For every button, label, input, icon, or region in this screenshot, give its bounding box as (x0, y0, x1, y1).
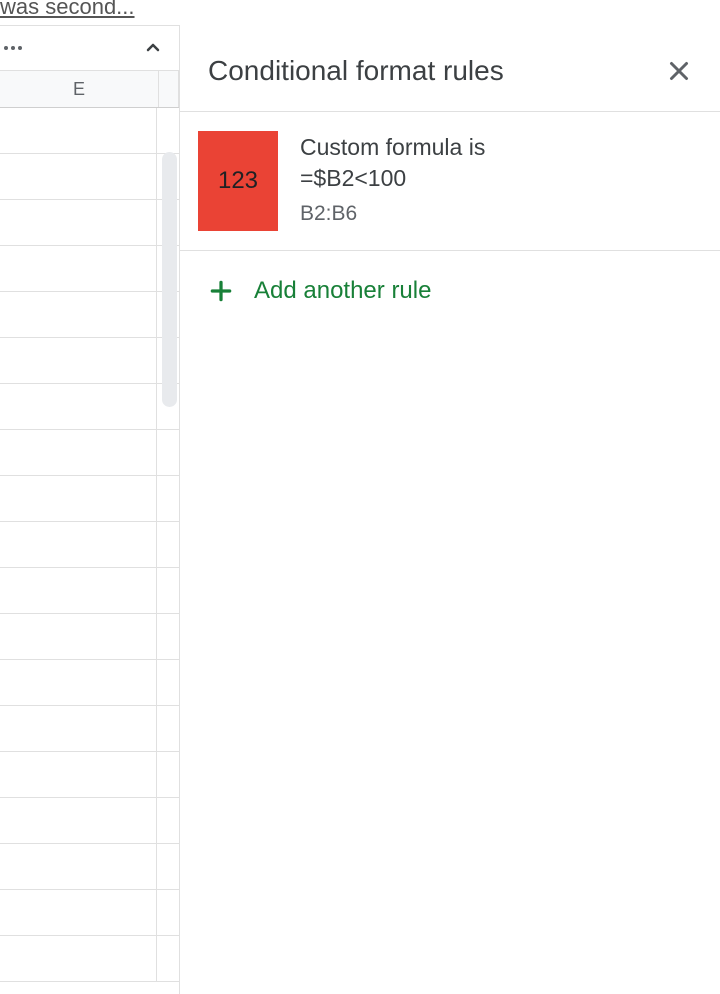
table-row[interactable] (0, 752, 179, 798)
rule-range: B2:B6 (300, 202, 692, 226)
spreadsheet-area: E (0, 25, 179, 994)
column-header-row: E (0, 71, 179, 108)
table-row[interactable] (0, 154, 179, 200)
column-header[interactable]: E (0, 71, 159, 107)
table-row[interactable] (0, 706, 179, 752)
table-row[interactable] (0, 430, 179, 476)
more-icon[interactable] (4, 40, 22, 56)
table-row[interactable] (0, 338, 179, 384)
table-row[interactable] (0, 200, 179, 246)
table-row[interactable] (0, 568, 179, 614)
add-rule-button[interactable]: Add another rule (180, 251, 720, 331)
rule-condition-label: Custom formula is (300, 133, 692, 163)
table-row[interactable] (0, 614, 179, 660)
rule-color-swatch: 123 (198, 131, 278, 231)
table-row[interactable] (0, 384, 179, 430)
table-row[interactable] (0, 890, 179, 936)
close-icon[interactable] (664, 56, 694, 86)
vertical-scrollbar[interactable] (162, 152, 177, 407)
column-header-partial[interactable] (159, 71, 179, 107)
table-row[interactable] (0, 798, 179, 844)
format-rule-item[interactable]: 123 Custom formula is =$B2<100 B2:B6 (180, 112, 720, 251)
chevron-up-icon[interactable] (141, 36, 165, 60)
conditional-format-panel: Conditional format rules 123 Custom form… (179, 25, 720, 994)
table-row[interactable] (0, 292, 179, 338)
table-row[interactable] (0, 108, 179, 154)
panel-title: Conditional format rules (208, 55, 664, 87)
table-row[interactable] (0, 522, 179, 568)
truncated-top-link[interactable]: was second... (0, 0, 135, 20)
table-row[interactable] (0, 936, 179, 982)
table-row[interactable] (0, 476, 179, 522)
plus-icon (208, 278, 234, 304)
table-row[interactable] (0, 246, 179, 292)
rule-formula: =$B2<100 (300, 165, 692, 192)
add-rule-label: Add another rule (254, 277, 431, 305)
table-row[interactable] (0, 844, 179, 890)
table-row[interactable] (0, 660, 179, 706)
